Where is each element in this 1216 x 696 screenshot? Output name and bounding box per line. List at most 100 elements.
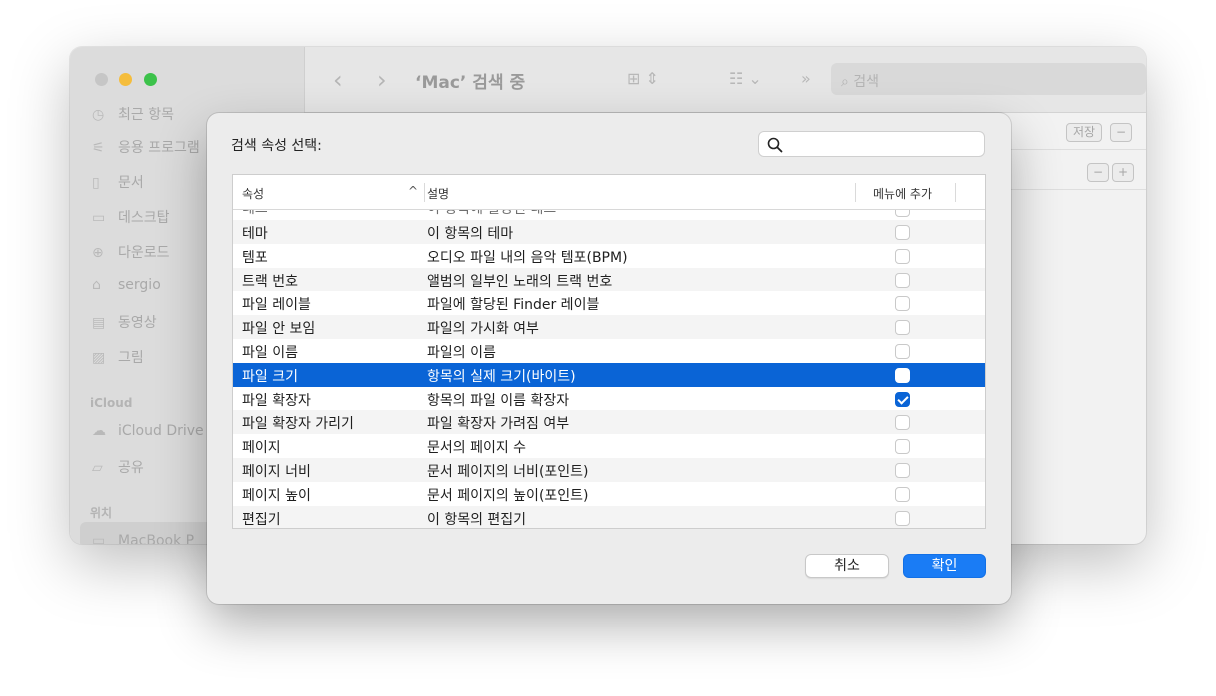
sidebar-item-documents[interactable]: ▯ 문서 [92,172,144,192]
add-to-menu-checkbox[interactable] [895,272,910,288]
picture-icon: ▨ [92,350,106,366]
add-criterion-button[interactable]: + [1112,163,1134,182]
minimize-window-button[interactable] [119,73,132,86]
group-icon[interactable]: ☷ ⌄ [729,69,762,88]
add-to-menu-checkbox[interactable] [895,486,910,502]
remove-criterion-button[interactable]: − [1087,163,1109,182]
finder-search-field[interactable]: ⌕ 검색 [831,63,1146,95]
finder-toolbar: ‹ › ‘Mac’ 검색 중 ⊞ ⇕ ☷ ⌄ » ⌕ 검색 [305,47,1146,113]
sidebar-item-applications[interactable]: ⚟ 응용 프로그램 [92,137,200,157]
clock-icon: ◷ [92,107,105,123]
sidebar-item-icloud-drive[interactable]: ☁ iCloud Drive [92,423,204,439]
attribute-name: 파일 확장자 가리기 [242,416,354,433]
attribute-picker-dialog: 검색 속성 선택: 속성 ^ 설명 메뉴에 추가 테그 이 항목에 할당된 태그… [207,113,1011,604]
attribute-name: 파일 레이블 [242,297,311,314]
table-row[interactable]: 파일 확장자 항목의 파일 이름 확장자 [233,387,985,411]
table-row[interactable]: 파일 안 보임 파일의 가시화 여부 [233,315,985,339]
window-title: ‘Mac’ 검색 중 [415,73,526,93]
table-row[interactable]: 파일 확장자 가리기 파일 확장자 가려짐 여부 [233,410,985,435]
add-to-menu-checkbox[interactable] [895,320,910,336]
document-icon: ▯ [92,175,100,191]
add-to-menu-checkbox[interactable] [895,343,910,359]
apps-icon: ⚟ [92,140,105,156]
remove-criterion-top-button[interactable]: − [1110,123,1132,142]
table-row[interactable]: 트랙 번호 앨범의 일부인 노래의 트랙 번호 [233,267,985,292]
table-header: 속성 ^ 설명 메뉴에 추가 [233,175,985,210]
sidebar-item-home[interactable]: ⌂ sergio [92,277,161,293]
table-row[interactable]: 테그 이 항목에 할당된 태그 [233,210,985,220]
add-to-menu-checkbox[interactable] [895,510,910,526]
attribute-description: 파일의 이름 [427,344,496,361]
attribute-name: 페이지 높이 [242,487,311,504]
add-to-menu-checkbox[interactable] [895,296,910,312]
table-row[interactable]: 테마 이 항목의 테마 [233,220,985,244]
attribute-name: 파일 확장자 [242,392,311,409]
close-window-button[interactable] [95,73,108,86]
table-row[interactable]: 파일 레이블 파일에 할당된 Finder 레이블 [233,291,985,315]
attribute-description: 오디오 파일 내의 음악 템포(BPM) [427,249,628,266]
column-header-attribute[interactable]: 속성 [242,185,264,202]
add-to-menu-checkbox-checked[interactable] [895,391,910,407]
sidebar-item-recents[interactable]: ◷ 최근 항목 [92,104,174,124]
table-body: 테그 이 항목에 할당된 태그 테마 이 항목의 테마 템포 오디오 파일 내의… [233,210,985,528]
search-icon: ⌕ [841,74,849,90]
add-to-menu-checkbox[interactable] [895,439,910,455]
attribute-description: 항목의 파일 이름 확장자 [427,392,570,409]
sidebar-item-macbook-label: ▭ MacBook P [92,533,194,544]
attribute-description: 문서 페이지의 높이(포인트) [427,487,589,504]
dialog-title: 검색 속성 선택: [231,138,322,154]
table-row[interactable]: 파일 이름 파일의 이름 [233,339,985,363]
column-separator [855,183,856,202]
column-separator [424,183,425,202]
cancel-button[interactable]: 취소 [805,554,889,578]
attribute-name: 페이지 너비 [242,463,311,480]
sidebar-item-downloads[interactable]: ⊕ 다운로드 [92,242,170,262]
laptop-icon: ▭ [92,533,106,544]
search-input[interactable] [787,134,977,154]
forward-button[interactable]: › [377,66,387,94]
add-to-menu-checkbox[interactable] [895,415,910,431]
sidebar-section-icloud: iCloud [90,396,133,410]
table-row[interactable]: 페이지 높이 문서 페이지의 높이(포인트) [233,482,985,506]
attribute-name: 파일 크기 [242,368,298,385]
attribute-name: 파일 안 보임 [242,321,316,338]
shared-folder-icon: ▱ [92,460,103,476]
ok-button[interactable]: 확인 [903,554,986,578]
table-row[interactable]: 페이지 문서의 페이지 수 [233,434,985,458]
attribute-name: 편집기 [242,511,281,528]
add-to-menu-checkbox[interactable] [895,462,910,478]
table-row[interactable]: 템포 오디오 파일 내의 음악 템포(BPM) [233,244,985,268]
attribute-description: 항목의 실제 크기(바이트) [427,368,576,385]
table-row[interactable]: 편집기 이 항목의 편집기 [233,505,985,528]
attribute-name: 트랙 번호 [242,273,298,290]
add-to-menu-checkbox[interactable] [895,248,910,264]
attribute-description: 파일의 가시화 여부 [427,321,539,338]
table-row[interactable]: 페이지 너비 문서 페이지의 너비(포인트) [233,457,985,482]
download-icon: ⊕ [92,245,104,261]
zoom-window-button[interactable] [144,73,157,86]
attribute-name: 테마 [242,226,268,242]
attribute-description: 앨범의 일부인 노래의 트랙 번호 [427,273,613,290]
attribute-description: 문서 페이지의 너비(포인트) [427,463,589,480]
more-toolbar-icon[interactable]: » [801,69,811,88]
desktop-icon: ▭ [92,210,106,226]
view-mode-icon[interactable]: ⊞ ⇕ [627,69,659,88]
add-to-menu-checkbox[interactable] [895,225,910,240]
cloud-icon: ☁ [92,423,106,439]
sidebar-item-pictures[interactable]: ▨ 그림 [92,347,144,367]
add-to-menu-checkbox[interactable] [895,367,910,383]
table-row-selected[interactable]: 파일 크기 항목의 실제 크기(바이트) [233,362,985,387]
attribute-name: 템포 [242,249,268,266]
save-search-button[interactable]: 저장 [1066,123,1102,142]
attribute-description: 파일에 할당된 Finder 레이블 [427,297,600,314]
sort-ascending-icon[interactable]: ^ [408,184,418,198]
add-to-menu-checkbox[interactable] [895,210,910,217]
sidebar-item-movies[interactable]: ▤ 동영상 [92,312,157,332]
attribute-search-field[interactable] [758,131,985,157]
column-header-add-to-menu[interactable]: 메뉴에 추가 [873,185,932,202]
column-header-description[interactable]: 설명 [427,185,449,202]
sidebar-section-locations: 위치 [90,506,113,520]
back-button[interactable]: ‹ [333,66,343,94]
sidebar-item-desktop[interactable]: ▭ 데스크탑 [92,207,170,227]
sidebar-item-shared[interactable]: ▱ 공유 [92,457,144,477]
